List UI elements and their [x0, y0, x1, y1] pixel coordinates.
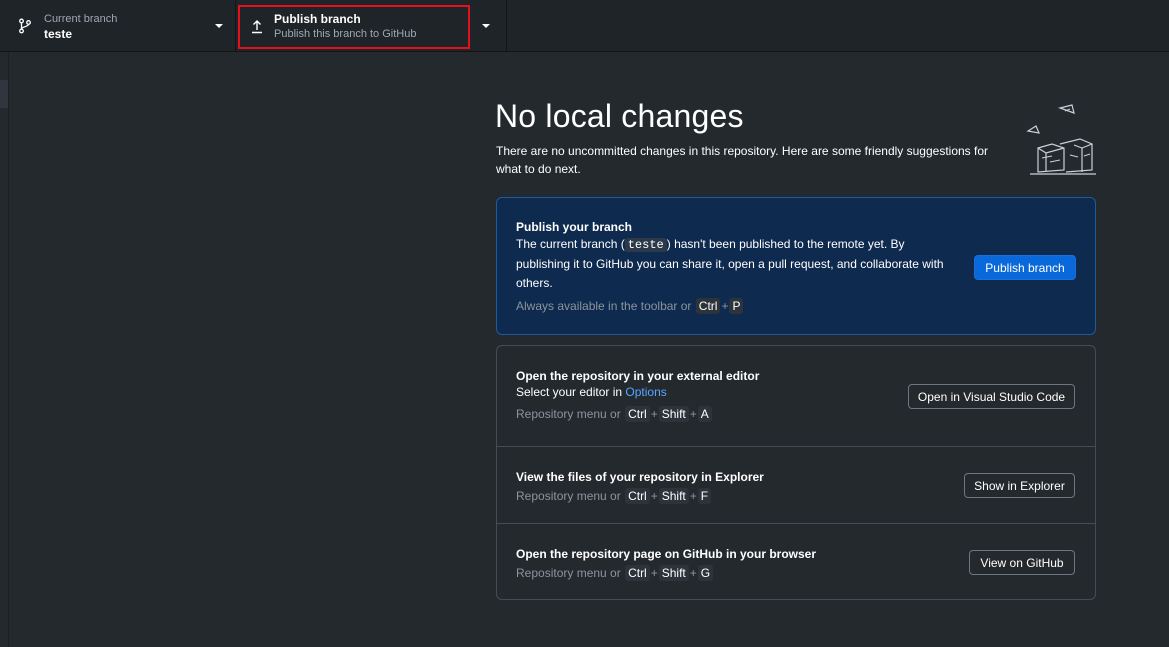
suggestion-title: Open the repository page on GitHub in yo… [516, 547, 817, 561]
current-branch-name: teste [44, 27, 73, 41]
kbd-key: G [697, 565, 714, 581]
suggestion-title: Open the repository in your external edi… [516, 369, 760, 383]
description-text: Select your editor in [516, 385, 626, 399]
suggestion-show-explorer: View the files of your repository in Exp… [497, 446, 1095, 523]
kbd-key: Shift [658, 565, 689, 581]
publish-card-title: Publish your branch [516, 220, 633, 234]
plus-separator: + [689, 407, 697, 421]
hint-text: Repository menu or [516, 566, 621, 580]
plus-separator: + [650, 489, 658, 503]
shortcut-hint: Repository menu or Ctrl + Shift + A [516, 406, 759, 422]
hint-text: Repository menu or [516, 489, 621, 503]
plus-separator: + [650, 566, 658, 580]
shortcut-hint: Repository menu or Ctrl + Shift + G [516, 565, 816, 581]
divider [8, 52, 9, 647]
kbd-key: F [697, 488, 712, 504]
kbd-key: Ctrl [625, 565, 650, 581]
suggestions-list: Open the repository in your external edi… [496, 345, 1096, 600]
page-title: No local changes [495, 98, 744, 134]
empty-boxes-illustration [1026, 104, 1096, 175]
upload-icon [252, 20, 262, 34]
publish-branch-title: Publish branch [274, 12, 361, 26]
kbd-key: Ctrl [625, 488, 650, 504]
publish-branch-subtitle: Publish this branch to GitHub [274, 28, 417, 40]
kbd-key: P [729, 298, 744, 314]
chevron-down-icon [215, 24, 223, 28]
page-subtitle: There are no uncommitted changes in this… [496, 144, 989, 176]
view-on-github-button[interactable]: View on GitHub [969, 550, 1075, 575]
plus-separator: + [689, 489, 697, 503]
suggestion-view-github: Open the repository page on GitHub in yo… [497, 523, 1095, 599]
publish-card-text: The current branch ( [516, 237, 625, 251]
publish-card-description: The current branch (teste) hasn't been p… [516, 235, 956, 293]
hint-text: Always available in the toolbar or [516, 299, 692, 313]
plus-separator: + [721, 299, 729, 313]
shortcut-hint: Repository menu or Ctrl + Shift + F [516, 488, 764, 504]
hint-text: Repository menu or [516, 407, 621, 421]
kbd-key: Shift [658, 488, 689, 504]
publish-card-shortcut-hint: Always available in the toolbar or Ctrl +… [516, 298, 956, 314]
kbd-key: A [697, 406, 712, 422]
branch-name-code: teste [624, 238, 667, 252]
show-in-explorer-button[interactable]: Show in Explorer [964, 473, 1075, 498]
open-in-editor-button[interactable]: Open in Visual Studio Code [908, 384, 1075, 409]
git-branch-icon [19, 18, 31, 34]
current-branch-dropdown[interactable]: Current branch teste [0, 0, 236, 52]
publish-branch-card: Publish your branch The current branch (… [496, 197, 1096, 335]
plus-separator: + [650, 407, 658, 421]
toolbar: Current branch teste Publish branch Publ… [0, 0, 1169, 52]
suggestion-open-editor: Open the repository in your external edi… [497, 346, 1095, 446]
sidebar-edge [0, 80, 8, 108]
kbd-key: Ctrl [625, 406, 650, 422]
options-link[interactable]: Options [625, 385, 666, 399]
publish-branch-button[interactable]: Publish branch [974, 255, 1076, 280]
plus-separator: + [689, 566, 697, 580]
suggestion-title: View the files of your repository in Exp… [516, 470, 764, 484]
kbd-key: Shift [658, 406, 689, 422]
publish-branch-toolbar-button[interactable]: Publish branch Publish this branch to Gi… [236, 0, 507, 52]
kbd-key: Ctrl [695, 298, 721, 314]
chevron-down-icon[interactable] [482, 24, 490, 28]
suggestion-description: Select your editor in Options [516, 383, 759, 401]
current-branch-label: Current branch [44, 13, 118, 25]
